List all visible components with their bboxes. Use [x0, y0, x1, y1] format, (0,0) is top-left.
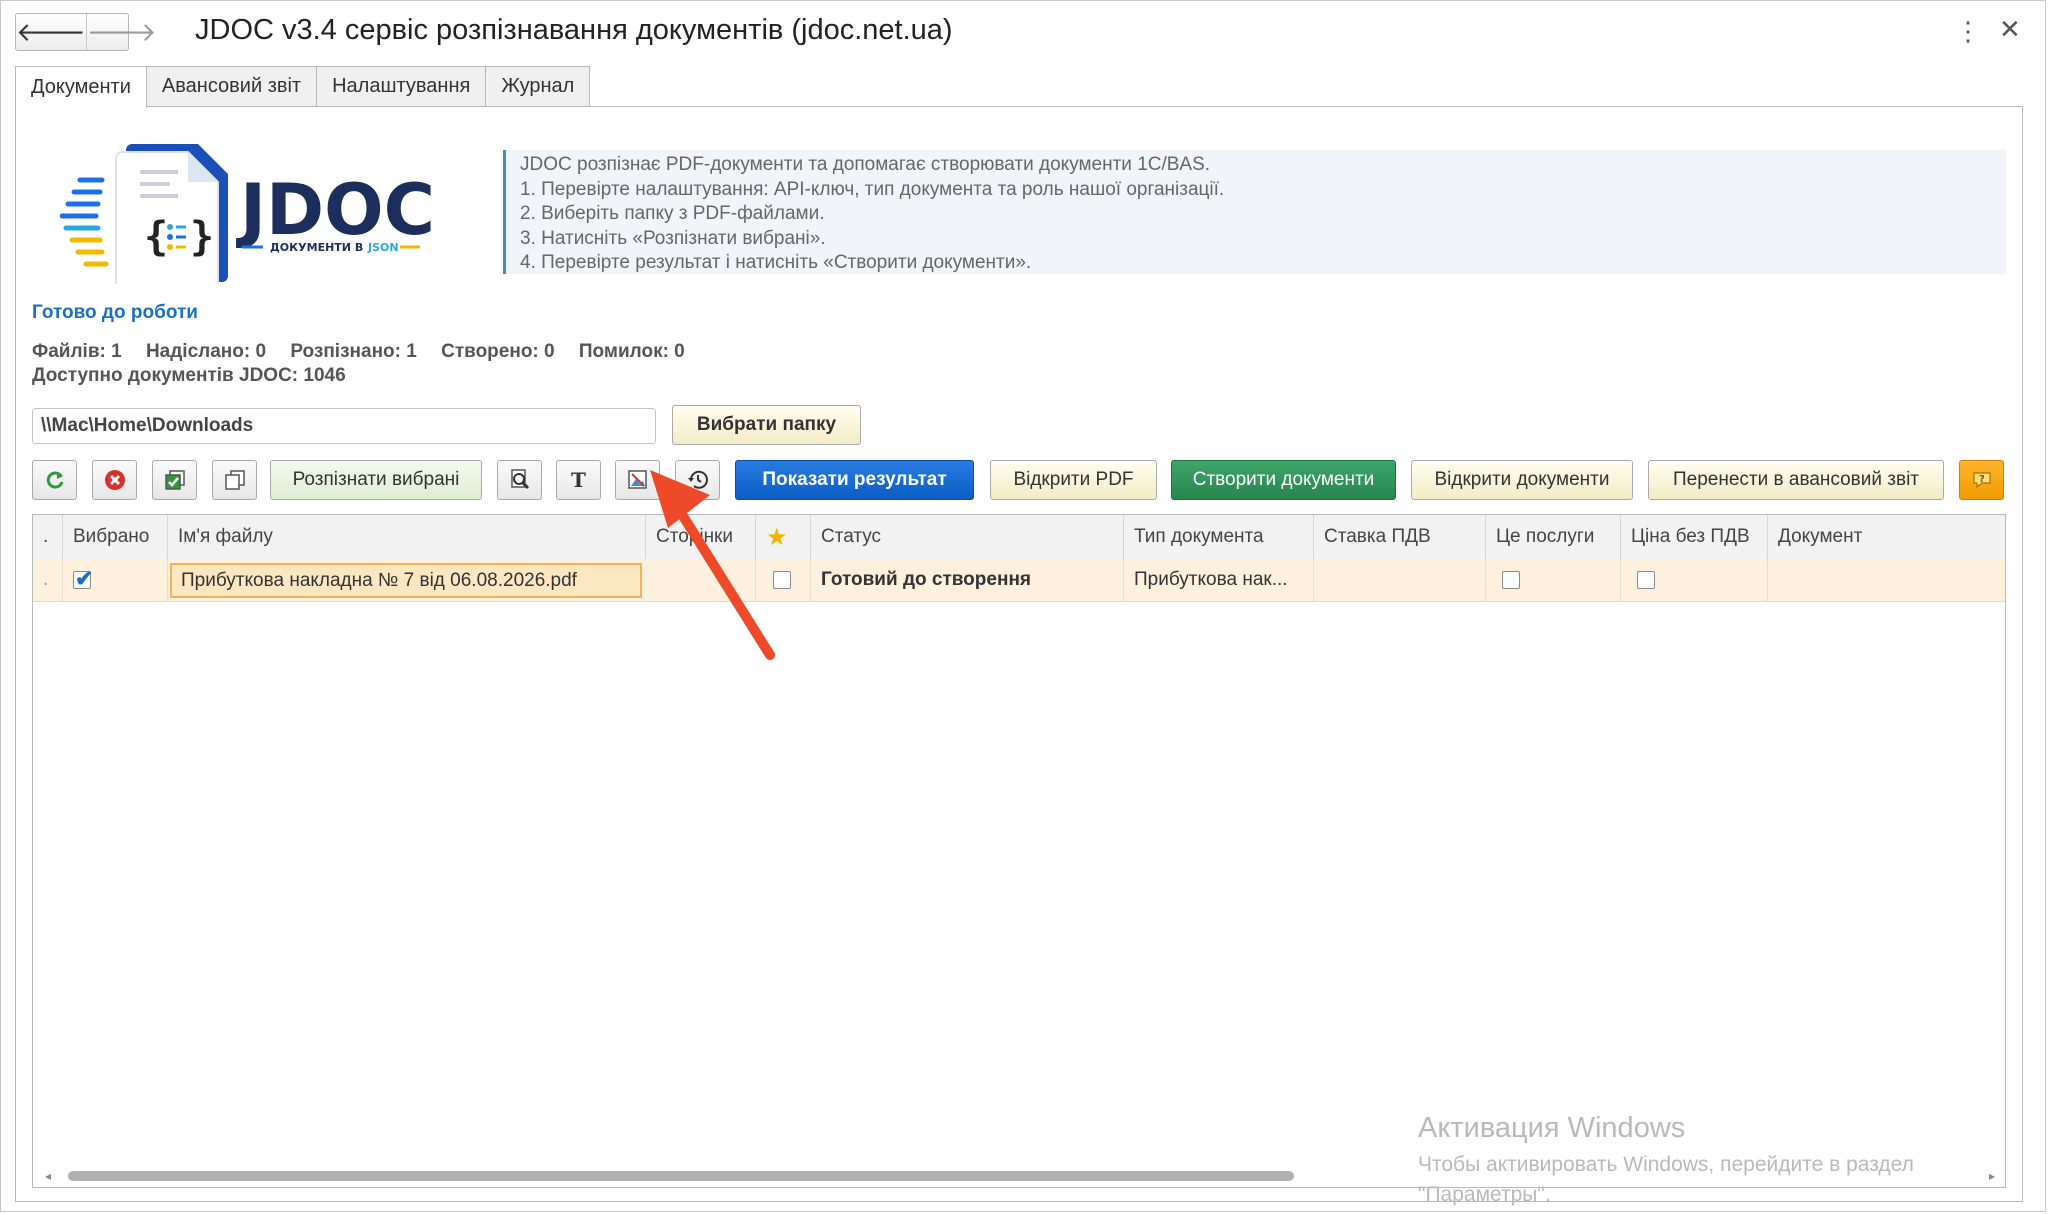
- windows-activation-text: Чтобы активировать Windows, перейдите в …: [1418, 1150, 1914, 1210]
- files-count: Файлів: 1: [32, 341, 122, 362]
- magnifier-icon: [510, 469, 529, 490]
- svg-text:}: }: [190, 214, 214, 260]
- windows-activation-title: Активация Windows: [1418, 1112, 1686, 1144]
- open-pdf-button[interactable]: Відкрити PDF: [990, 460, 1157, 500]
- more-menu-icon[interactable]: ⋮: [1955, 16, 1981, 47]
- column-header-marker: .: [33, 515, 63, 559]
- window-title: JDOC v3.4 сервіс розпізнавання документі…: [195, 14, 953, 46]
- tab-documents[interactable]: Документи: [15, 66, 147, 108]
- scroll-left-icon[interactable]: ◂: [45, 1169, 51, 1183]
- table-row[interactable]: . Прибуткова накладна № 7 від 06.08.2026…: [33, 559, 2005, 602]
- folder-path-input[interactable]: \\Mac\Home\Downloads: [32, 408, 656, 444]
- selected-checkbox[interactable]: [73, 566, 93, 592]
- refresh-icon: [46, 471, 63, 489]
- files-table: . Вибрано Ім'я файлу Сторінки ★ Статус Т…: [32, 514, 2006, 1188]
- help-bubble-icon: ?: [1972, 472, 1991, 489]
- column-header-doc-type[interactable]: Тип документа: [1124, 515, 1314, 559]
- stats-row: Файлів: 1 Надіслано: 0 Розпізнано: 1 Ств…: [32, 341, 704, 363]
- table-header: . Вибрано Ім'я файлу Сторінки ★ Статус Т…: [33, 515, 2005, 560]
- column-header-status[interactable]: Статус: [811, 515, 1124, 559]
- tab-advance-report[interactable]: Авансовий звіт: [145, 66, 318, 106]
- is-services-checkbox[interactable]: [1502, 571, 1520, 589]
- open-documents-button[interactable]: Відкрити документи: [1411, 460, 1633, 500]
- deselect-all-button[interactable]: [212, 460, 257, 500]
- select-all-button[interactable]: [152, 460, 197, 500]
- history-nav: 🡐 🡒: [15, 13, 156, 51]
- text-icon: T: [571, 468, 586, 492]
- jdoc-logo: { } JDOC ДОКУМЕНТИ В JSON: [59, 134, 480, 289]
- file-name-cell[interactable]: Прибуткова накладна № 7 від 06.08.2026.p…: [170, 563, 642, 598]
- delete-button[interactable]: [92, 460, 137, 500]
- text-view-button[interactable]: T: [556, 460, 601, 500]
- windows-activation-line-2: "Параметры".: [1418, 1183, 1551, 1206]
- back-arrow-icon[interactable]: 🡐: [16, 14, 86, 50]
- svg-text:?: ?: [1979, 474, 1985, 485]
- windows-activation-line-1: Чтобы активировать Windows, перейдите в …: [1418, 1153, 1914, 1176]
- cancel-circle-icon: [104, 470, 125, 490]
- column-header-is-services[interactable]: Це послуги: [1486, 515, 1621, 559]
- preview-button[interactable]: [497, 460, 542, 500]
- status-text[interactable]: Готово до роботи: [32, 302, 198, 324]
- instruction-step-1: 1. Перевірте налаштування: API-ключ, тип…: [520, 178, 1225, 200]
- transfer-to-advance-report-button[interactable]: Перенести в авансовий звіт: [1648, 460, 1944, 500]
- column-header-selected[interactable]: Вибрано: [63, 515, 168, 559]
- logo-brand-text: JDOC: [236, 169, 435, 251]
- instructions-box: JDOC розпізнає PDF-документи та допомага…: [503, 150, 2006, 274]
- scroll-right-icon[interactable]: ▸: [1989, 1169, 1995, 1183]
- status-cell: Готовий до створення: [811, 559, 1124, 601]
- help-button[interactable]: ?: [1959, 460, 2004, 500]
- row-marker: .: [33, 559, 63, 601]
- jdoc-logo-image: { } JDOC ДОКУМЕНТИ В JSON: [59, 144, 435, 289]
- price-no-vat-checkbox[interactable]: [1637, 571, 1655, 589]
- tab-settings[interactable]: Налаштування: [316, 66, 487, 106]
- sent-count: Надіслано: 0: [145, 341, 267, 362]
- instruction-step-2: 2. Виберіть папку з PDF-файлами.: [520, 203, 825, 224]
- column-header-price-no-vat[interactable]: Ціна без ПДВ: [1621, 515, 1768, 559]
- refresh-button[interactable]: [32, 460, 77, 500]
- create-documents-button[interactable]: Створити документи: [1171, 460, 1396, 500]
- choose-folder-button[interactable]: Вибрати папку: [672, 405, 861, 445]
- document-cell[interactable]: [1768, 559, 2005, 601]
- doc-type-cell[interactable]: Прибуткова нак...: [1124, 559, 1314, 601]
- forward-arrow-icon[interactable]: 🡒: [85, 14, 156, 50]
- column-header-file-name[interactable]: Ім'я файлу: [168, 515, 646, 559]
- available-documents: Доступно документів JDOC: 1046: [32, 365, 346, 386]
- vat-rate-cell[interactable]: [1314, 559, 1486, 601]
- instruction-step-3: 3. Натисніть «Розпізнати вибрані».: [520, 227, 826, 249]
- logo-tagline-suffix: JSON: [367, 241, 399, 254]
- copy-icon: [224, 470, 245, 490]
- instruction-step-4: 4. Перевірте результат і натисніть «Ство…: [520, 252, 1032, 273]
- logo-tagline-prefix: ДОКУМЕНТИ В: [270, 241, 363, 254]
- scrollbar-thumb[interactable]: [68, 1171, 1294, 1181]
- svg-text:{: {: [144, 214, 168, 260]
- is-services-cell: [1486, 559, 1621, 601]
- close-icon[interactable]: ✕: [1999, 14, 2021, 45]
- selected-cell: [63, 559, 168, 601]
- recognized-count: Розпізнано: 1: [290, 341, 417, 362]
- tab-journal[interactable]: Журнал: [485, 66, 591, 106]
- annotation-arrow-icon: [650, 470, 775, 660]
- created-count: Створено: 0: [441, 341, 555, 362]
- price-no-vat-cell: [1621, 559, 1768, 601]
- instruction-intro: JDOC розпізнає PDF-документи та допомага…: [520, 154, 1211, 175]
- tab-bar: Документи Авансовий звіт Налаштування Жу…: [15, 66, 591, 108]
- column-header-document[interactable]: Документ: [1768, 515, 2005, 559]
- column-header-vat-rate[interactable]: Ставка ПДВ: [1314, 515, 1486, 559]
- errors-count: Помилок: 0: [578, 341, 685, 362]
- check-all-icon: [164, 470, 185, 490]
- recognize-selected-button[interactable]: Розпізнати вибрані: [270, 460, 482, 500]
